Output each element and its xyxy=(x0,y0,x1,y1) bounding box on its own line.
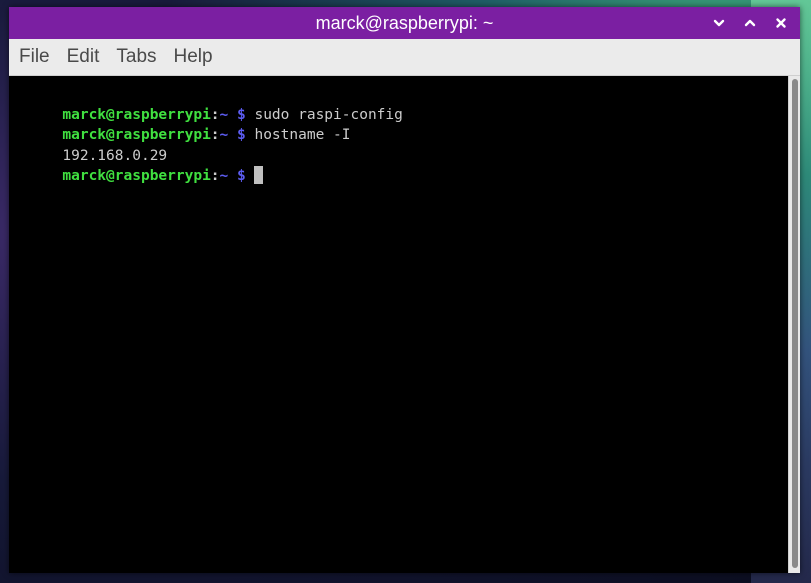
terminal-output[interactable]: marck@raspberrypi:~ $ sudo raspi-config … xyxy=(9,76,788,573)
vertical-scrollbar[interactable] xyxy=(788,76,800,573)
prompt-path: ~ xyxy=(219,127,229,143)
terminal-line: marck@raspberrypi:~ $ sudo raspi-config xyxy=(9,84,788,123)
prompt-dollar: $ xyxy=(228,106,255,123)
minimize-button[interactable] xyxy=(703,7,734,39)
terminal-window: marck@raspberrypi: ~ File Edit Tabs Help… xyxy=(9,7,800,573)
scrollbar-thumb[interactable] xyxy=(792,79,798,568)
menu-edit[interactable]: Edit xyxy=(67,46,100,68)
menu-tabs[interactable]: Tabs xyxy=(116,46,156,68)
prompt-separator: : xyxy=(210,127,220,143)
prompt-userhost: marck@raspberrypi xyxy=(62,127,211,143)
prompt-userhost: marck@raspberrypi xyxy=(62,168,211,184)
close-button[interactable] xyxy=(765,7,796,39)
prompt-path: ~ xyxy=(219,168,229,184)
menu-help[interactable]: Help xyxy=(174,46,213,68)
command-text: hostname -I xyxy=(254,127,351,143)
prompt-dollar: $ xyxy=(228,127,255,143)
prompt-path: ~ xyxy=(219,106,229,123)
command-text: sudo raspi-config xyxy=(254,106,403,123)
maximize-button[interactable] xyxy=(734,7,765,39)
prompt-dollar: $ xyxy=(228,168,255,184)
close-icon xyxy=(775,18,786,28)
menu-bar: File Edit Tabs Help xyxy=(9,39,800,76)
text-cursor xyxy=(254,166,264,184)
prompt-separator: : xyxy=(210,106,220,123)
command-output: 192.168.0.29 xyxy=(62,147,168,164)
prompt-userhost: marck@raspberrypi xyxy=(62,106,211,123)
window-controls xyxy=(703,7,796,39)
prompt-separator: : xyxy=(210,168,220,184)
window-title: marck@raspberrypi: ~ xyxy=(315,13,494,33)
title-bar[interactable]: marck@raspberrypi: ~ xyxy=(9,7,800,39)
chevron-down-icon xyxy=(713,19,724,27)
chevron-up-icon xyxy=(744,19,755,27)
menu-file[interactable]: File xyxy=(19,46,50,68)
